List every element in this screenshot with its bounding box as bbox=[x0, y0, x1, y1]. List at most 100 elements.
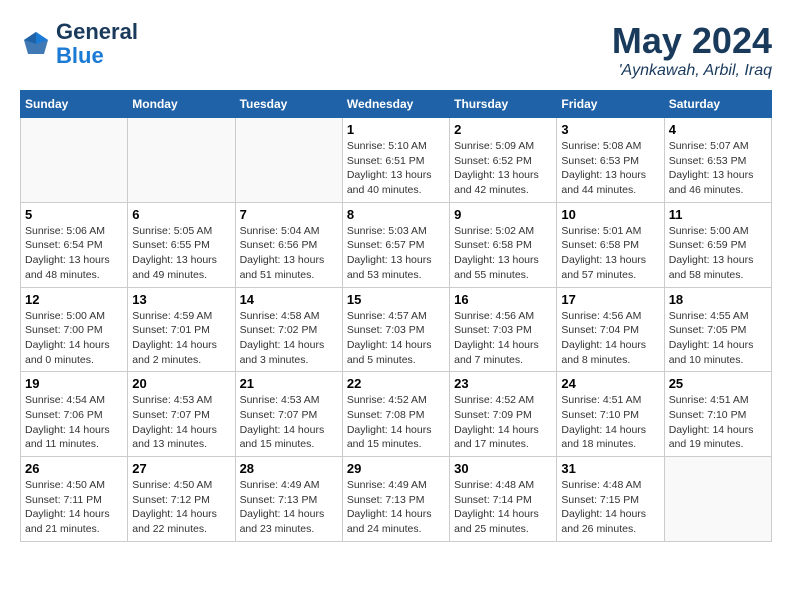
calendar-cell: 29 Sunrise: 4:49 AM Sunset: 7:13 PM Dayli… bbox=[342, 457, 449, 542]
day-info: Sunrise: 4:54 AM Sunset: 7:06 PM Dayligh… bbox=[25, 393, 123, 452]
day-info: Sunrise: 4:59 AM Sunset: 7:01 PM Dayligh… bbox=[132, 309, 230, 368]
calendar-cell: 19 Sunrise: 4:54 AM Sunset: 7:06 PM Dayli… bbox=[21, 372, 128, 457]
calendar-cell: 8 Sunrise: 5:03 AM Sunset: 6:57 PM Daylig… bbox=[342, 202, 449, 287]
calendar-cell bbox=[664, 457, 771, 542]
day-number: 11 bbox=[669, 207, 767, 222]
day-info: Sunrise: 4:49 AM Sunset: 7:13 PM Dayligh… bbox=[347, 478, 445, 537]
day-number: 15 bbox=[347, 292, 445, 307]
calendar-cell: 3Sunrise: 5:08 AM Sunset: 6:53 PM Daylig… bbox=[557, 118, 664, 203]
logo-line1: General bbox=[56, 20, 138, 44]
day-number: 28 bbox=[240, 461, 338, 476]
day-info: Sunrise: 4:51 AM Sunset: 7:10 PM Dayligh… bbox=[561, 393, 659, 452]
calendar-cell bbox=[21, 118, 128, 203]
day-info: Sunrise: 4:48 AM Sunset: 7:15 PM Dayligh… bbox=[561, 478, 659, 537]
day-info: Sunrise: 5:03 AM Sunset: 6:57 PM Dayligh… bbox=[347, 224, 445, 283]
title-block: May 2024 'Aynkawah, Arbil, Iraq bbox=[612, 20, 772, 80]
day-info: Sunrise: 5:06 AM Sunset: 6:54 PM Dayligh… bbox=[25, 224, 123, 283]
day-info: Sunrise: 4:56 AM Sunset: 7:04 PM Dayligh… bbox=[561, 309, 659, 368]
calendar-cell bbox=[128, 118, 235, 203]
calendar-cell: 20 Sunrise: 4:53 AM Sunset: 7:07 PM Dayli… bbox=[128, 372, 235, 457]
day-info: Sunrise: 5:07 AM Sunset: 6:53 PM Dayligh… bbox=[669, 139, 767, 198]
day-number: 27 bbox=[132, 461, 230, 476]
day-number: 25 bbox=[669, 376, 767, 391]
month-title: May 2024 bbox=[612, 20, 772, 62]
logo-icon bbox=[20, 28, 52, 60]
week-row-5: 26 Sunrise: 4:50 AM Sunset: 7:11 PM Dayli… bbox=[21, 457, 772, 542]
week-row-3: 12 Sunrise: 5:00 AM Sunset: 7:00 PM Dayli… bbox=[21, 287, 772, 372]
day-number: 30 bbox=[454, 461, 552, 476]
day-number: 1 bbox=[347, 122, 445, 137]
calendar-cell: 13 Sunrise: 4:59 AM Sunset: 7:01 PM Dayli… bbox=[128, 287, 235, 372]
day-info: Sunrise: 4:57 AM Sunset: 7:03 PM Dayligh… bbox=[347, 309, 445, 368]
day-number: 29 bbox=[347, 461, 445, 476]
calendar-cell: 28 Sunrise: 4:49 AM Sunset: 7:13 PM Dayli… bbox=[235, 457, 342, 542]
day-info: Sunrise: 4:48 AM Sunset: 7:14 PM Dayligh… bbox=[454, 478, 552, 537]
day-number: 24 bbox=[561, 376, 659, 391]
calendar-cell: 30 Sunrise: 4:48 AM Sunset: 7:14 PM Dayli… bbox=[450, 457, 557, 542]
calendar-cell: 2Sunrise: 5:09 AM Sunset: 6:52 PM Daylig… bbox=[450, 118, 557, 203]
weekday-header-wednesday: Wednesday bbox=[342, 91, 449, 118]
day-info: Sunrise: 4:49 AM Sunset: 7:13 PM Dayligh… bbox=[240, 478, 338, 537]
week-row-4: 19 Sunrise: 4:54 AM Sunset: 7:06 PM Dayli… bbox=[21, 372, 772, 457]
calendar-cell: 21Sunrise: 4:53 AM Sunset: 7:07 PM Dayli… bbox=[235, 372, 342, 457]
day-number: 8 bbox=[347, 207, 445, 222]
calendar-cell: 18 Sunrise: 4:55 AM Sunset: 7:05 PM Dayli… bbox=[664, 287, 771, 372]
calendar-header-row: SundayMondayTuesdayWednesdayThursdayFrid… bbox=[21, 91, 772, 118]
day-number: 6 bbox=[132, 207, 230, 222]
day-info: Sunrise: 5:00 AM Sunset: 7:00 PM Dayligh… bbox=[25, 309, 123, 368]
calendar-cell bbox=[235, 118, 342, 203]
day-info: Sunrise: 4:50 AM Sunset: 7:11 PM Dayligh… bbox=[25, 478, 123, 537]
day-number: 18 bbox=[669, 292, 767, 307]
day-number: 7 bbox=[240, 207, 338, 222]
day-number: 19 bbox=[25, 376, 123, 391]
day-info: Sunrise: 5:02 AM Sunset: 6:58 PM Dayligh… bbox=[454, 224, 552, 283]
day-info: Sunrise: 4:53 AM Sunset: 7:07 PM Dayligh… bbox=[240, 393, 338, 452]
day-number: 14 bbox=[240, 292, 338, 307]
calendar-table: SundayMondayTuesdayWednesdayThursdayFrid… bbox=[20, 90, 772, 542]
calendar-cell: 23Sunrise: 4:52 AM Sunset: 7:09 PM Dayli… bbox=[450, 372, 557, 457]
day-number: 16 bbox=[454, 292, 552, 307]
calendar-cell: 12 Sunrise: 5:00 AM Sunset: 7:00 PM Dayli… bbox=[21, 287, 128, 372]
calendar-cell: 6 Sunrise: 5:05 AM Sunset: 6:55 PM Daylig… bbox=[128, 202, 235, 287]
calendar-cell: 31 Sunrise: 4:48 AM Sunset: 7:15 PM Dayli… bbox=[557, 457, 664, 542]
day-info: Sunrise: 5:00 AM Sunset: 6:59 PM Dayligh… bbox=[669, 224, 767, 283]
calendar-cell: 4 Sunrise: 5:07 AM Sunset: 6:53 PM Daylig… bbox=[664, 118, 771, 203]
day-number: 5 bbox=[25, 207, 123, 222]
logo: General Blue bbox=[20, 20, 138, 68]
calendar-cell: 10Sunrise: 5:01 AM Sunset: 6:58 PM Dayli… bbox=[557, 202, 664, 287]
day-info: Sunrise: 5:01 AM Sunset: 6:58 PM Dayligh… bbox=[561, 224, 659, 283]
weekday-header-friday: Friday bbox=[557, 91, 664, 118]
day-info: Sunrise: 5:05 AM Sunset: 6:55 PM Dayligh… bbox=[132, 224, 230, 283]
logo-line2: Blue bbox=[56, 44, 138, 68]
day-number: 26 bbox=[25, 461, 123, 476]
day-info: Sunrise: 4:52 AM Sunset: 7:08 PM Dayligh… bbox=[347, 393, 445, 452]
weekday-header-thursday: Thursday bbox=[450, 91, 557, 118]
page-header: General Blue May 2024 'Aynkawah, Arbil, … bbox=[20, 20, 772, 80]
day-info: Sunrise: 4:56 AM Sunset: 7:03 PM Dayligh… bbox=[454, 309, 552, 368]
day-number: 31 bbox=[561, 461, 659, 476]
day-info: Sunrise: 4:55 AM Sunset: 7:05 PM Dayligh… bbox=[669, 309, 767, 368]
day-info: Sunrise: 4:52 AM Sunset: 7:09 PM Dayligh… bbox=[454, 393, 552, 452]
day-number: 9 bbox=[454, 207, 552, 222]
day-info: Sunrise: 5:04 AM Sunset: 6:56 PM Dayligh… bbox=[240, 224, 338, 283]
calendar-cell: 14Sunrise: 4:58 AM Sunset: 7:02 PM Dayli… bbox=[235, 287, 342, 372]
day-number: 17 bbox=[561, 292, 659, 307]
day-info: Sunrise: 5:10 AM Sunset: 6:51 PM Dayligh… bbox=[347, 139, 445, 198]
day-info: Sunrise: 5:08 AM Sunset: 6:53 PM Dayligh… bbox=[561, 139, 659, 198]
day-number: 22 bbox=[347, 376, 445, 391]
day-number: 12 bbox=[25, 292, 123, 307]
week-row-2: 5 Sunrise: 5:06 AM Sunset: 6:54 PM Daylig… bbox=[21, 202, 772, 287]
calendar-cell: 22 Sunrise: 4:52 AM Sunset: 7:08 PM Dayli… bbox=[342, 372, 449, 457]
calendar-cell: 26 Sunrise: 4:50 AM Sunset: 7:11 PM Dayli… bbox=[21, 457, 128, 542]
weekday-header-tuesday: Tuesday bbox=[235, 91, 342, 118]
calendar-cell: 7 Sunrise: 5:04 AM Sunset: 6:56 PM Daylig… bbox=[235, 202, 342, 287]
day-info: Sunrise: 5:09 AM Sunset: 6:52 PM Dayligh… bbox=[454, 139, 552, 198]
day-info: Sunrise: 4:50 AM Sunset: 7:12 PM Dayligh… bbox=[132, 478, 230, 537]
calendar-cell: 5 Sunrise: 5:06 AM Sunset: 6:54 PM Daylig… bbox=[21, 202, 128, 287]
day-number: 20 bbox=[132, 376, 230, 391]
day-info: Sunrise: 4:53 AM Sunset: 7:07 PM Dayligh… bbox=[132, 393, 230, 452]
calendar-cell: 1 Sunrise: 5:10 AM Sunset: 6:51 PM Daylig… bbox=[342, 118, 449, 203]
day-number: 4 bbox=[669, 122, 767, 137]
calendar-cell: 15 Sunrise: 4:57 AM Sunset: 7:03 PM Dayli… bbox=[342, 287, 449, 372]
day-number: 13 bbox=[132, 292, 230, 307]
